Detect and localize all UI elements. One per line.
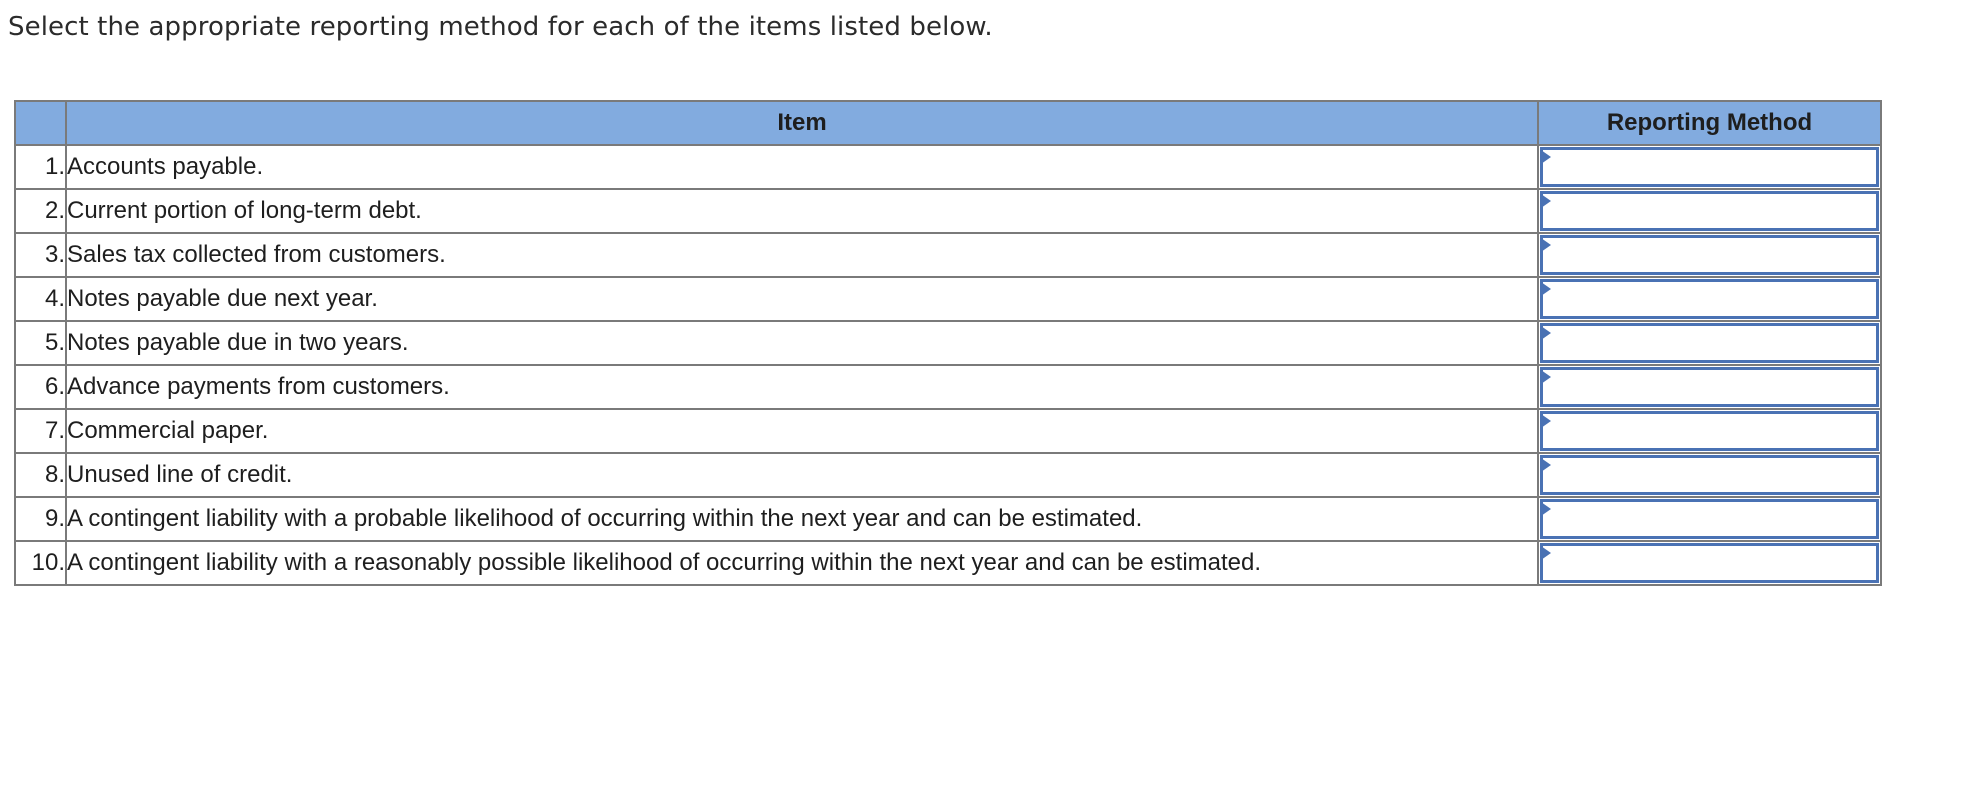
row-item-text: Advance payments from customers. — [65, 364, 1539, 410]
dropdown-indicator-icon — [1541, 238, 1551, 252]
dropdown-indicator-icon — [1541, 282, 1551, 296]
dropdown-indicator-icon — [1541, 414, 1551, 428]
table-row-1: 1. Accounts payable. — [14, 144, 1882, 190]
table-row-2: 2. Current portion of long-term debt. — [14, 188, 1882, 234]
reporting-method-table: Item Reporting Method 1. Accounts payabl… — [14, 100, 1882, 586]
reporting-method-dropdown-1[interactable] — [1540, 147, 1879, 187]
reporting-method-dropdown-8[interactable] — [1540, 455, 1879, 495]
reporting-method-cell — [1537, 320, 1882, 366]
row-item-text: Notes payable due in two years. — [65, 320, 1539, 366]
row-number: 1. — [14, 144, 67, 190]
reporting-method-cell — [1537, 496, 1882, 542]
reporting-method-dropdown-9[interactable] — [1540, 499, 1879, 539]
reporting-method-cell — [1537, 232, 1882, 278]
row-item-text: Sales tax collected from customers. — [65, 232, 1539, 278]
dropdown-indicator-icon — [1541, 150, 1551, 164]
row-item-text: Unused line of credit. — [65, 452, 1539, 498]
reporting-method-cell — [1537, 188, 1882, 234]
table-row-3: 3. Sales tax collected from customers. — [14, 232, 1882, 278]
row-number: 6. — [14, 364, 67, 410]
row-item-text: Commercial paper. — [65, 408, 1539, 454]
reporting-method-cell — [1537, 452, 1882, 498]
reporting-method-cell — [1537, 408, 1882, 454]
reporting-method-dropdown-3[interactable] — [1540, 235, 1879, 275]
table-row-4: 4. Notes payable due next year. — [14, 276, 1882, 322]
table-row-10: 10. A contingent liability with a reason… — [14, 540, 1882, 586]
table-row-5: 5. Notes payable due in two years. — [14, 320, 1882, 366]
row-item-text: Current portion of long-term debt. — [65, 188, 1539, 234]
dropdown-indicator-icon — [1541, 370, 1551, 384]
table-row-8: 8. Unused line of credit. — [14, 452, 1882, 498]
row-item-text: Accounts payable. — [65, 144, 1539, 190]
table-row-7: 7. Commercial paper. — [14, 408, 1882, 454]
reporting-method-dropdown-4[interactable] — [1540, 279, 1879, 319]
row-number: 8. — [14, 452, 67, 498]
row-number: 3. — [14, 232, 67, 278]
row-number: 2. — [14, 188, 67, 234]
row-item-text: A contingent liability with a reasonably… — [65, 540, 1539, 586]
dropdown-indicator-icon — [1541, 326, 1551, 340]
dropdown-indicator-icon — [1541, 194, 1551, 208]
reporting-method-dropdown-2[interactable] — [1540, 191, 1879, 231]
row-number: 5. — [14, 320, 67, 366]
reporting-method-dropdown-10[interactable] — [1540, 543, 1879, 583]
table-row-9: 9. A contingent liability with a probabl… — [14, 496, 1882, 542]
table-row-6: 6. Advance payments from customers. — [14, 364, 1882, 410]
row-number: 9. — [14, 496, 67, 542]
reporting-method-cell — [1537, 276, 1882, 322]
reporting-method-cell — [1537, 364, 1882, 410]
reporting-method-cell — [1537, 144, 1882, 190]
header-number — [14, 100, 67, 146]
row-number: 10. — [14, 540, 67, 586]
dropdown-indicator-icon — [1541, 458, 1551, 472]
header-reporting-method: Reporting Method — [1537, 100, 1882, 146]
reporting-method-dropdown-5[interactable] — [1540, 323, 1879, 363]
row-number: 7. — [14, 408, 67, 454]
reporting-method-dropdown-6[interactable] — [1540, 367, 1879, 407]
header-item: Item — [65, 100, 1539, 146]
dropdown-indicator-icon — [1541, 502, 1551, 516]
row-item-text: A contingent liability with a probable l… — [65, 496, 1539, 542]
reporting-method-cell — [1537, 540, 1882, 586]
table-header-row: Item Reporting Method — [14, 100, 1882, 146]
row-item-text: Notes payable due next year. — [65, 276, 1539, 322]
instructions-text: Select the appropriate reporting method … — [8, 12, 993, 42]
reporting-method-dropdown-7[interactable] — [1540, 411, 1879, 451]
dropdown-indicator-icon — [1541, 546, 1551, 560]
row-number: 4. — [14, 276, 67, 322]
